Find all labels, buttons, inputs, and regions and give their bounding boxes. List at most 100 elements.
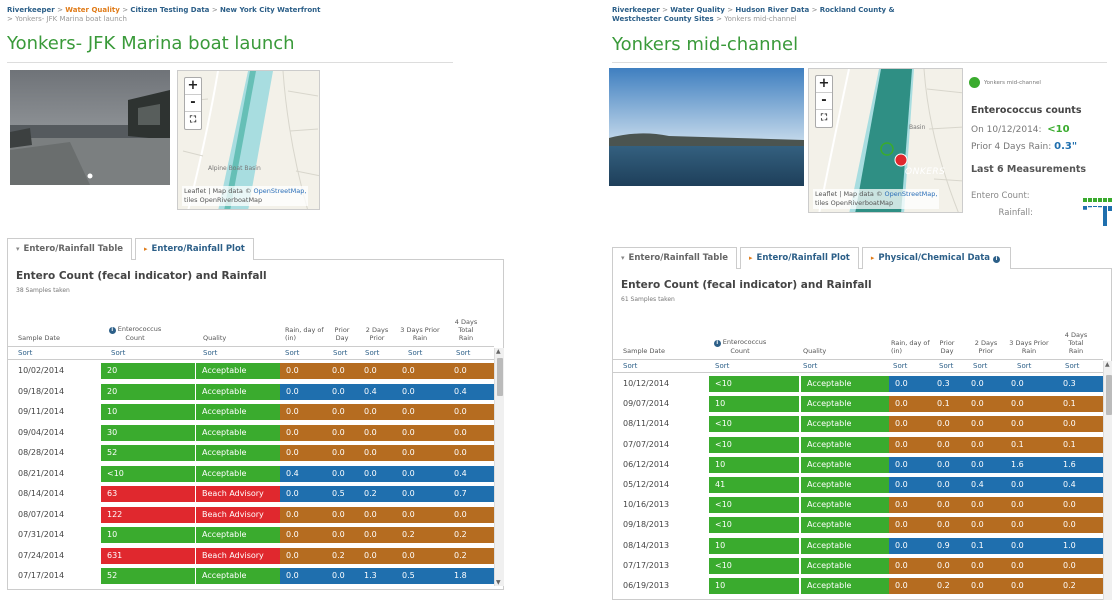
table-row[interactable]: 10/16/2013 <10 Acceptable 0.0 0.0 0.0 0.0 0.0 <box>613 496 1103 514</box>
cell-enterococcus-count: 52 <box>101 568 195 584</box>
breadcrumb-link[interactable]: Hudson River Data <box>735 6 809 14</box>
sort-date-link[interactable]: Sort <box>623 362 637 370</box>
zoom-out-button[interactable]: - <box>816 93 832 110</box>
site-map[interactable]: + - ⛶ Alpine Boat Basin Leaflet | Map da… <box>177 70 320 210</box>
cell-4-days-total: 0.2 <box>1057 578 1103 594</box>
scrollbar-thumb[interactable] <box>497 358 503 396</box>
sort-quality-link[interactable]: Sort <box>203 349 217 357</box>
sort-quality-link[interactable]: Sort <box>803 362 817 370</box>
table-row[interactable]: 10/12/2014 <10 Acceptable 0.0 0.3 0.0 0.0 0.3 <box>613 375 1103 393</box>
table-row[interactable]: 05/12/2014 41 Acceptable 0.0 0.0 0.4 0.0 0.4 <box>613 476 1103 494</box>
table-scrollbar[interactable]: ▲ <box>1103 361 1112 600</box>
breadcrumb-link[interactable]: Westchester County Sites <box>612 15 714 23</box>
cell-4-days-total: 0.0 <box>448 506 494 523</box>
cell-3-days-prior: 0.0 <box>396 383 448 400</box>
cell-sample-date: 08/11/2014 <box>623 419 670 429</box>
breadcrumb-link[interactable]: Riverkeeper <box>7 6 55 14</box>
tab-entero-plot[interactable]: ▸ Entero/Rainfall Plot <box>135 238 254 260</box>
cell-sample-date: 07/31/2014 <box>18 530 65 539</box>
cell-quality: Acceptable <box>801 436 889 453</box>
cell-3-days-prior: 0.0 <box>396 506 448 523</box>
table-row[interactable]: 08/07/2014 122 Beach Advisory 0.0 0.0 0.0 0.0 0… <box>8 506 494 524</box>
breadcrumb-link[interactable]: Water Quality <box>65 6 120 14</box>
zoom-in-button[interactable]: + <box>816 76 832 93</box>
fullscreen-icon[interactable]: ⛶ <box>816 110 832 127</box>
osm-link[interactable]: OpenStreetMap, <box>254 187 307 195</box>
cell-sample-date: 06/12/2014 <box>623 459 670 469</box>
cell-3-days-prior: 0.0 <box>396 363 448 379</box>
table-row[interactable]: 08/28/2014 52 Acceptable 0.0 0.0 0.0 0.0 0.0 <box>8 444 494 462</box>
cell-sample-date: 07/17/2013 <box>623 560 670 570</box>
sort-4days-link[interactable]: Sort <box>1065 362 1079 370</box>
tab-entero-plot[interactable]: ▸ Entero/Rainfall Plot <box>740 247 859 269</box>
cell-enterococcus-count: 30 <box>101 424 195 441</box>
table-row[interactable]: 07/31/2014 10 Acceptable 0.0 0.0 0.0 0.2 0.2 <box>8 526 494 544</box>
cell-2-days-prior: 0.0 <box>965 557 1005 574</box>
table-header: Sample Date i Enterococcus Count Quality … <box>613 309 1103 355</box>
sort-count-link[interactable]: Sort <box>111 349 125 357</box>
table-row[interactable]: 08/14/2013 10 Acceptable 0.0 0.9 0.1 0.0 1.0 <box>613 537 1103 555</box>
sort-3days-link[interactable]: Sort <box>1017 362 1031 370</box>
table-row[interactable]: 09/04/2014 30 Acceptable 0.0 0.0 0.0 0.0 0.0 <box>8 424 494 442</box>
sort-prior-link[interactable]: Sort <box>939 362 953 370</box>
table-row[interactable]: 09/11/2014 10 Acceptable 0.0 0.0 0.0 0.0 0.0 <box>8 403 494 421</box>
table-row[interactable]: 08/14/2014 63 Beach Advisory 0.0 0.5 0.2 0.0 0.… <box>8 485 494 503</box>
zoom-out-button[interactable]: - <box>185 95 201 112</box>
table-row[interactable]: 07/17/2014 52 Acceptable 0.0 0.0 1.3 0.5 1.8 <box>8 567 494 585</box>
cell-rain-day-of: 0.0 <box>889 537 931 554</box>
osm-link[interactable]: OpenStreetMap, <box>885 190 938 198</box>
table-scrollbar[interactable]: ▲ ▼ <box>494 348 504 586</box>
table-row[interactable]: 07/07/2014 <10 Acceptable 0.0 0.0 0.0 0.1 0.1 <box>613 436 1103 454</box>
sort-2days-link[interactable]: Sort <box>365 349 379 357</box>
site-photo[interactable] <box>10 70 170 185</box>
cell-2-days-prior: 0.0 <box>965 456 1005 473</box>
table-row[interactable]: 08/11/2014 <10 Acceptable 0.0 0.0 0.0 0.0 0.0 <box>613 415 1103 433</box>
zoom-in-button[interactable]: + <box>185 78 201 95</box>
cell-sample-date: 10/12/2014 <box>623 379 670 388</box>
table-row[interactable]: 08/21/2014 <10 Acceptable 0.4 0.0 0.0 0.0 0.4 <box>8 465 494 483</box>
sort-4days-link[interactable]: Sort <box>456 349 470 357</box>
scrollbar-thumb[interactable] <box>1106 375 1112 415</box>
map-attribution: Leaflet | Map data © OpenStreetMap, tile… <box>182 186 309 206</box>
cell-3-days-prior: 1.6 <box>1005 456 1057 473</box>
breadcrumb-link[interactable]: New York City Waterfront <box>220 6 321 14</box>
breadcrumb-link[interactable]: Citizen Testing Data <box>130 6 209 14</box>
table-row[interactable]: 07/24/2014 631 Beach Advisory 0.0 0.2 0.0 0.0 0… <box>8 547 494 565</box>
table-row[interactable]: 06/19/2013 10 Acceptable 0.0 0.2 0.0 0.0 0.2 <box>613 577 1103 595</box>
breadcrumb-link[interactable]: Riverkeeper <box>612 6 660 14</box>
fullscreen-icon[interactable]: ⛶ <box>185 112 201 129</box>
cell-quality: Beach Advisory <box>196 486 280 502</box>
tab-entero-table[interactable]: ▾ Entero/Rainfall Table <box>612 247 738 269</box>
tab-physical-chemical[interactable]: ▸ Physical/Chemical Data i <box>861 247 1012 269</box>
table-row[interactable]: 09/07/2014 10 Acceptable 0.0 0.1 0.0 0.0 0.1 <box>613 395 1103 413</box>
sort-2days-link[interactable]: Sort <box>973 362 987 370</box>
table-row[interactable]: 06/12/2014 10 Acceptable 0.0 0.0 0.0 1.6 1.6 <box>613 456 1103 474</box>
breadcrumb-link[interactable]: Water Quality <box>670 6 725 14</box>
table-row[interactable]: 09/18/2013 <10 Acceptable 0.0 0.0 0.0 0.0 0.0 <box>613 516 1103 534</box>
breadcrumb-link[interactable]: Rockland County & <box>820 6 895 14</box>
table-row[interactable]: 10/02/2014 20 Acceptable 0.0 0.0 0.0 0.0 0.0 <box>8 362 494 380</box>
sort-rain-link[interactable]: Sort <box>893 362 907 370</box>
cell-2-days-prior: 0.0 <box>965 436 1005 453</box>
sort-count-link[interactable]: Sort <box>715 362 729 370</box>
cell-quality: Acceptable <box>801 578 889 594</box>
sort-3days-link[interactable]: Sort <box>408 349 422 357</box>
sort-prior-link[interactable]: Sort <box>333 349 347 357</box>
entero-mark <box>1098 198 1102 202</box>
table-panel: Entero Count (fecal indicator) and Rainf… <box>612 269 1112 600</box>
tab-entero-table[interactable]: ▾ Entero/Rainfall Table <box>7 238 133 260</box>
rain-bar <box>1108 206 1112 211</box>
table-row[interactable]: 09/18/2014 20 Acceptable 0.0 0.0 0.4 0.0 0.4 <box>8 383 494 401</box>
table-row[interactable]: 07/17/2013 <10 Acceptable 0.0 0.0 0.0 0.0 0.0 <box>613 557 1103 575</box>
col-quality: Quality <box>803 347 827 355</box>
sort-date-link[interactable]: Sort <box>18 349 32 357</box>
cell-4-days-total: 0.2 <box>448 527 494 543</box>
cell-quality: Acceptable <box>801 477 889 493</box>
cell-quality: Acceptable <box>196 363 280 379</box>
cell-prior-day: 0.2 <box>326 547 358 564</box>
site-photo[interactable] <box>609 68 804 186</box>
cell-3-days-prior: 0.0 <box>1005 578 1057 594</box>
sort-rain-link[interactable]: Sort <box>285 349 299 357</box>
site-map[interactable]: + - ⛶ Basin ONKERS Leaflet | Map data © … <box>808 68 963 213</box>
cell-sample-date: 08/21/2014 <box>18 468 65 478</box>
